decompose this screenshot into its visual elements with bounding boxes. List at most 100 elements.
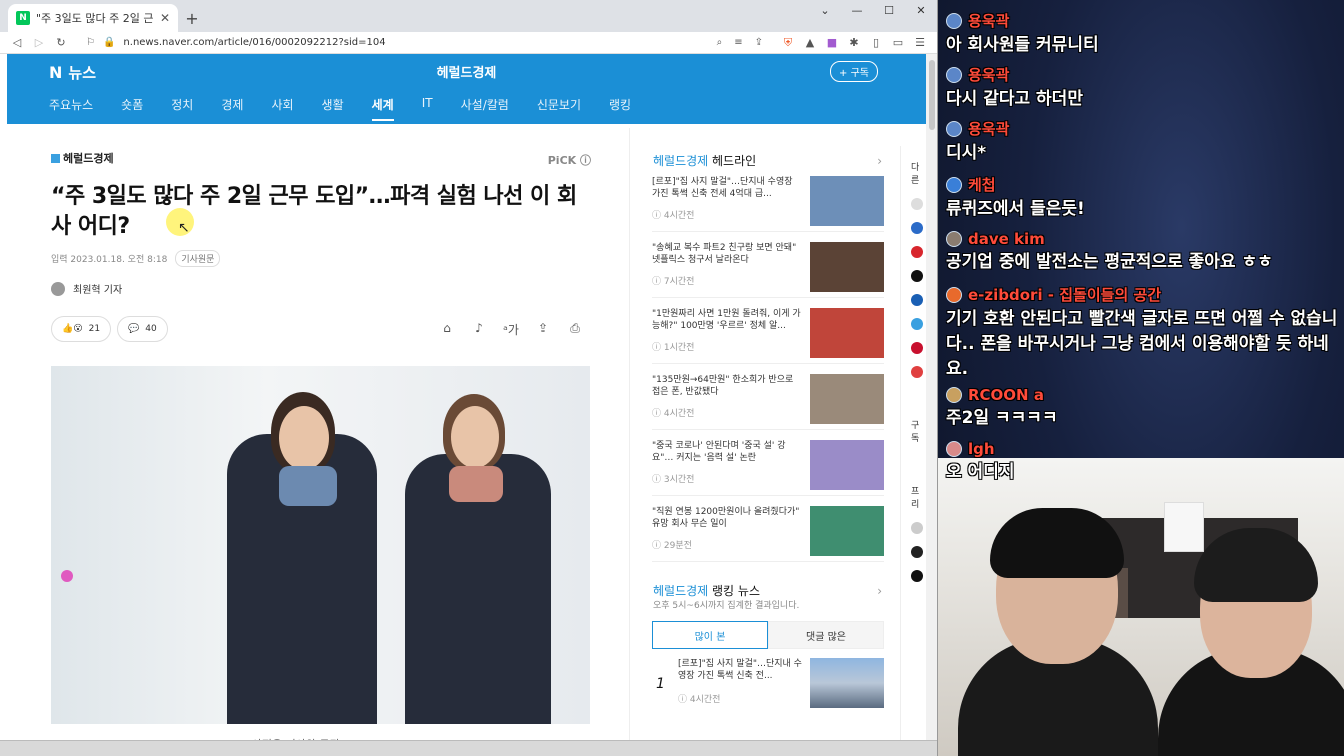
- headline-thumbnail: [810, 440, 884, 490]
- headline-section-title[interactable]: 헤럴드경제 헤드라인: [653, 152, 756, 169]
- wallet-icon[interactable]: ▭: [887, 36, 909, 49]
- chat-avatar-icon: [946, 66, 962, 83]
- new-tab-button[interactable]: +: [178, 4, 206, 32]
- nav-item[interactable]: 세계: [371, 96, 394, 121]
- nav-item[interactable]: 숏폼: [121, 96, 143, 121]
- nav-item[interactable]: 사회: [271, 96, 293, 121]
- tab-search-icon[interactable]: ⌄: [809, 0, 841, 22]
- share-article-icon[interactable]: ⇪: [527, 321, 559, 338]
- tab-most-commented[interactable]: 댓글 많은: [768, 621, 884, 649]
- browser-toolbar: ◁ ▷ ↻ ⚐ 🔒 n.news.naver.com/article/016/0…: [0, 32, 937, 54]
- nav-item[interactable]: IT: [422, 96, 433, 121]
- comment-button[interactable]: 💬 40: [117, 316, 168, 342]
- tab-most-viewed[interactable]: 많이 본: [652, 621, 768, 649]
- print-icon[interactable]: ⎙: [559, 321, 591, 338]
- url-text: n.news.naver.com/article/016/0002092212?…: [123, 37, 386, 48]
- premium-icon[interactable]: [911, 522, 923, 534]
- font-size-icon[interactable]: ᵃ가: [495, 321, 527, 338]
- headline-item[interactable]: [르포]"집 사지 말걸"…단지내 수영장 가진 톡썩 신축 전세 4억대 급.…: [652, 176, 884, 232]
- lock-icon[interactable]: 🔒: [103, 37, 115, 48]
- menu-icon[interactable]: ☰: [909, 36, 931, 49]
- premium-icon[interactable]: [911, 570, 923, 582]
- headline-more-icon[interactable]: ›: [877, 154, 882, 168]
- chat-text: 주2일 ㅋㅋㅋㅋ: [946, 408, 1058, 428]
- chat-username: RCOON a: [946, 386, 1338, 404]
- press-icon[interactable]: [911, 294, 923, 306]
- rewards-icon[interactable]: ▲: [799, 36, 821, 49]
- ranking-more-icon[interactable]: ›: [877, 584, 882, 598]
- original-article-link[interactable]: 기사원문: [175, 250, 221, 267]
- nav-item[interactable]: 정치: [171, 96, 193, 121]
- extension-m-icon[interactable]: ■: [821, 36, 843, 49]
- browser-tab[interactable]: N "주 3일도 많다 주 2일 근무 도입 ✕: [8, 4, 178, 32]
- address-bar[interactable]: ⚐ 🔒 n.news.naver.com/article/016/0002092…: [78, 33, 771, 52]
- reader-icon[interactable]: ≡: [734, 37, 742, 48]
- press-icon[interactable]: [911, 198, 923, 210]
- article-press-logo[interactable]: 헤럴드경제: [51, 150, 591, 166]
- nav-item[interactable]: 주요뉴스: [49, 96, 93, 121]
- window-controls: ⌄ — ☐ ✕: [809, 0, 937, 22]
- close-tab-icon[interactable]: ✕: [160, 11, 170, 25]
- reaction-button[interactable]: 👍😮 21: [51, 316, 112, 342]
- press-icon[interactable]: [911, 246, 923, 258]
- ranking-item-time: ⓘ 4시간전: [678, 695, 721, 705]
- maximize-button[interactable]: ☐: [873, 0, 905, 22]
- press-icon[interactable]: [911, 318, 923, 330]
- brave-shield-icon[interactable]: ⛨: [777, 36, 799, 50]
- headline-item[interactable]: "직원 연봉 1200만원이나 올려줬다가" 유망 회사 무슨 일이 ⓘ 29분전: [652, 506, 884, 562]
- summary-bot-icon[interactable]: ⌂: [431, 321, 463, 338]
- premium-icon[interactable]: [911, 546, 923, 558]
- press-icon[interactable]: [911, 342, 923, 354]
- close-window-button[interactable]: ✕: [905, 0, 937, 22]
- nav-item[interactable]: 경제: [221, 96, 243, 121]
- share-icon[interactable]: ⇪: [755, 37, 763, 48]
- article-actions: 👍😮 21 💬 40 ⌂ ♪ ᵃ가 ⇪ ⎙: [51, 316, 591, 342]
- naver-favicon-icon: N: [16, 11, 30, 25]
- forward-icon[interactable]: ▷: [28, 36, 50, 49]
- extensions-puzzle-icon[interactable]: ✱: [843, 36, 865, 49]
- headline-item[interactable]: "1만원짜리 사면 1만원 돌려줘, 이게 가능해?" 100만명 '우르르' …: [652, 308, 884, 364]
- headline-time: ⓘ 4시간전: [652, 409, 695, 419]
- section-menu: 주요뉴스 숏폼 정치 경제 사회 생활 세계 IT 사설/칼럼 신문보기 랭킹: [49, 96, 659, 121]
- minimize-button[interactable]: —: [841, 0, 873, 22]
- nav-item[interactable]: 생활: [322, 96, 344, 121]
- scrollbar-thumb[interactable]: [929, 60, 935, 130]
- reload-icon[interactable]: ↻: [50, 36, 72, 49]
- back-icon[interactable]: ◁: [6, 36, 28, 49]
- reaction-emoji-icon: 👍😮: [62, 324, 83, 334]
- chat-avatar-icon: [946, 12, 962, 29]
- nav-item[interactable]: 사설/칼럼: [461, 96, 509, 121]
- ranking-section-title[interactable]: 헤럴드경제 랭킹 뉴스: [653, 582, 760, 599]
- other-press-column: 다른 구독 프리: [900, 146, 926, 756]
- article-date: 입력 2023.01.18. 오전 8:18: [51, 255, 168, 265]
- headline-item[interactable]: "중국 코로나' 안된다며 '중국 설' 강요"… 커지는 '음력 설' 논란 ⓘ…: [652, 440, 884, 496]
- chat-username: lgh: [946, 440, 1338, 458]
- audio-icon[interactable]: ♪: [463, 321, 495, 338]
- chat-text: 디시*: [946, 143, 987, 163]
- headline-title: "직원 연봉 1200만원이나 올려줬다가" 유망 회사 무슨 일이: [652, 507, 800, 529]
- bottom-bar: [0, 740, 937, 756]
- headline-item[interactable]: "송혜교 복수 파트2 친구랑 보면 안돼" 넷플릭스 청구서 날라온다 ⓘ 7시…: [652, 242, 884, 298]
- sidebar-icon[interactable]: ▯: [865, 36, 887, 49]
- press-icon[interactable]: [911, 366, 923, 378]
- zoom-icon[interactable]: ⌕: [717, 37, 723, 48]
- chat-username: 용욱곽: [946, 10, 1338, 31]
- chat-text: 류퀴즈에서 들은듯!: [946, 199, 1085, 219]
- nav-item[interactable]: 신문보기: [537, 96, 581, 121]
- nav-item[interactable]: 랭킹: [609, 96, 631, 121]
- bookmark-icon[interactable]: ⚐: [86, 37, 95, 48]
- reporter[interactable]: 최원혁 기자: [51, 281, 591, 296]
- chat-text: 다시 같다고 하더만: [946, 89, 1083, 109]
- ranking-item[interactable]: 1 [르포]"집 사지 말걸"…단지내 수영장 가진 톡썩 신축 전... ⓘ …: [652, 658, 884, 714]
- naver-news-header: N 뉴스 헤럴드경제 + 구독 주요뉴스 숏폼 정치 경제 사회 생활 세계 IT 사설/칼럼 신문…: [7, 54, 926, 124]
- press-logo-icon: [51, 153, 60, 163]
- subscribe-button[interactable]: + 구독: [830, 61, 878, 82]
- chat-message: e-zibdori - 집돌이들의 공간 기기 호환 안된다고 빨간색 글자로 뜨…: [946, 284, 1338, 382]
- pick-badge[interactable]: PiCK ⓘ: [548, 152, 591, 168]
- press-icon[interactable]: [911, 222, 923, 234]
- page-scrollbar[interactable]: [926, 54, 937, 756]
- headline-item[interactable]: "135만원→64만원" 한소희가 반으로 접은 폰, 반값됐다 ⓘ 4시간전: [652, 374, 884, 430]
- press-name[interactable]: 헤럴드경제: [7, 62, 926, 81]
- press-icon[interactable]: [911, 270, 923, 282]
- headline-time: ⓘ 1시간전: [652, 343, 695, 353]
